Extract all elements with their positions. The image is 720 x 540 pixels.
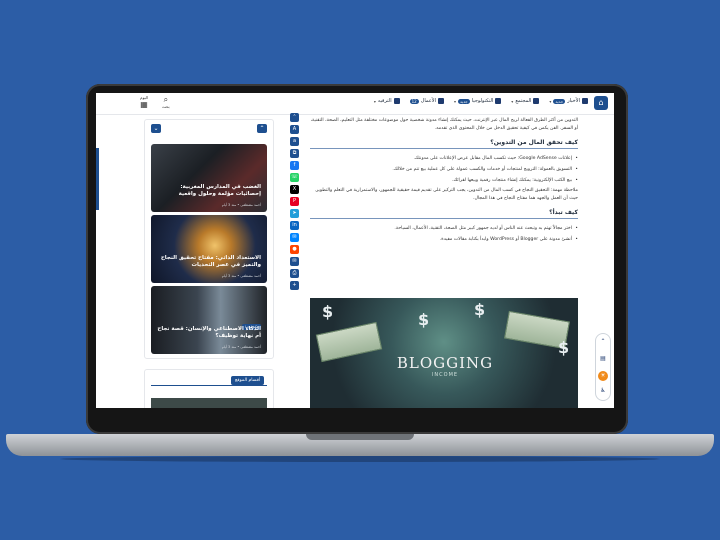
banknote-image: [315, 321, 383, 363]
section-heading: كيف تبدأ؟: [549, 209, 578, 216]
nav-item-society[interactable]: المجتمع ▾: [511, 98, 540, 104]
nav-label: المجتمع: [515, 98, 532, 104]
dollar-sign: $: [474, 300, 486, 319]
theme-toggle-icon[interactable]: ☀: [598, 371, 608, 381]
accessibility-icon[interactable]: ♿: [598, 386, 608, 396]
share-bar: ⌃ A a ⧉ f ☏ X P ➤ in ✉ ● ✉ ⎙ +: [289, 113, 300, 293]
messenger-icon[interactable]: ✉: [290, 233, 299, 242]
main-nav: الأخبار جديد ▾ المجتمع ▾ التكنولوجيا جدي…: [374, 98, 588, 104]
search-icon: ⌕: [163, 95, 169, 104]
heading-underline: [310, 218, 578, 219]
sidebar-sections-widget: أقسام الموقع: [144, 369, 274, 408]
font-increase-icon[interactable]: A: [290, 125, 299, 134]
dollar-sign: $: [418, 310, 430, 329]
nav-item-news[interactable]: الأخبار جديد ▾: [549, 98, 588, 104]
whatsapp-icon[interactable]: ☏: [290, 173, 299, 182]
search-label: بحث: [162, 104, 170, 109]
news-icon: [582, 98, 588, 104]
font-decrease-icon[interactable]: a: [290, 137, 299, 146]
briefcase-icon: [437, 98, 444, 104]
search-button[interactable]: ⌕ بحث: [162, 95, 170, 109]
calendar-icon: ▦: [140, 100, 148, 109]
chevron-up-icon[interactable]: ⌃: [257, 124, 267, 133]
film-icon: [393, 98, 400, 104]
widget-divider: [151, 385, 267, 386]
facebook-icon[interactable]: f: [290, 161, 299, 170]
nav-label: الأعمال: [420, 98, 436, 104]
sidebar-popular-posts: ⌄ ⌃ الغضب في المدارس المغربية: إحصائيات …: [144, 119, 274, 359]
list-item: إعلانات Google AdSense: حيث تكسب المال م…: [310, 154, 578, 163]
nav-label: التكنولوجيا: [471, 98, 494, 104]
post-title[interactable]: الغضب في المدارس المغربية: إحصائيات مؤلم…: [155, 184, 261, 198]
side-tab[interactable]: [96, 148, 99, 210]
pinterest-icon[interactable]: P: [290, 197, 299, 206]
list-item: أنشئ مدونة على Blogger أو WordPress وابد…: [310, 235, 578, 244]
nav-item-tech[interactable]: التكنولوجيا جديد ▾: [453, 98, 502, 104]
print-icon[interactable]: ⎙: [290, 269, 299, 278]
users-icon: [533, 98, 540, 104]
home-icon[interactable]: ⌂: [594, 96, 608, 110]
section-heading: كيف تحقق المال من التدوين؟: [490, 139, 578, 146]
nav-badge: 12: [409, 98, 419, 104]
post-card[interactable]: الغضب في المدارس المغربية: إحصائيات مؤلم…: [151, 144, 267, 212]
floating-actions: ⌃ ▤ ☀ ♿: [595, 333, 611, 401]
list-item: التسويق بالعمولة: الترويج لمنتجات أو خدم…: [310, 165, 578, 174]
nav-label: الأخبار: [567, 98, 580, 104]
bookmark-icon[interactable]: ▤: [598, 354, 608, 364]
post-card[interactable]: تكنولوجيا الذكاء الاصطناعي والإنسان: قصة…: [151, 286, 267, 354]
chevron-up-icon[interactable]: ⌃: [290, 113, 299, 122]
x-twitter-icon[interactable]: X: [290, 185, 299, 194]
telegram-icon[interactable]: ➤: [290, 209, 299, 218]
chevron-down-icon: ▾: [549, 98, 552, 104]
hero-title: BLOGGING: [396, 354, 494, 372]
post-meta: أحمد مصطفى • منذ 3 أيام: [221, 345, 261, 349]
nav-badge: جديد: [457, 98, 470, 104]
chevron-down-icon: ▾: [453, 98, 456, 104]
laptop-shadow: [60, 456, 660, 462]
chevron-down-icon[interactable]: ⌄: [151, 124, 161, 133]
widget-title: أقسام الموقع: [231, 376, 265, 385]
chevron-up-icon[interactable]: ⌃: [598, 337, 608, 347]
browser-screen: ⌂ الأخبار جديد ▾ المجتمع ▾ التكنولوجيا ج…: [96, 93, 614, 408]
email-icon[interactable]: ✉: [290, 257, 299, 266]
chevron-down-icon: ▾: [373, 98, 376, 104]
hero-subtitle: INCOME: [431, 372, 459, 378]
list-item: اختر مجالاً تهتم به وتبحث عنه الناس أو ل…: [310, 224, 578, 233]
nav-badge: جديد: [553, 98, 566, 104]
chevron-down-icon: ▾: [511, 98, 514, 104]
dollar-sign: $: [558, 338, 570, 357]
post-meta: أحمد مصطفى • منذ 3 أيام: [221, 203, 261, 207]
heading-underline: [310, 148, 578, 149]
chip-icon: [495, 98, 502, 104]
nav-item-entertainment[interactable]: الترفيه ▾: [374, 98, 400, 104]
share-more-icon[interactable]: +: [290, 281, 299, 290]
copy-icon[interactable]: ⧉: [290, 149, 299, 158]
post-title[interactable]: الاستعداد الذاتي: مفتاح تحقيق النجاح وال…: [155, 255, 261, 269]
linkedin-icon[interactable]: in: [290, 221, 299, 230]
note-paragraph: ملاحظة مهمة: التحقيق النجاح في كسب المال…: [314, 188, 578, 201]
article-hero-image: $ $ $ $ BLOGGING INCOME: [310, 298, 578, 408]
site-header: ⌂ الأخبار جديد ▾ المجتمع ▾ التكنولوجيا ج…: [96, 93, 614, 115]
nav-label: الترفيه: [377, 98, 392, 104]
article-body: التدوين من أكثر الطرق الفعالة لربح المال…: [310, 117, 578, 246]
post-title[interactable]: الذكاء الاصطناعي والإنسان: قصة نجاح أم ن…: [155, 326, 261, 340]
calendar-button[interactable]: اليوم ▦: [140, 95, 148, 109]
post-card[interactable]: الاستعداد الذاتي: مفتاح تحقيق النجاح وال…: [151, 215, 267, 283]
laptop-notch: [306, 434, 414, 440]
post-meta: أحمد مصطفى • منذ 3 أيام: [221, 274, 261, 278]
dollar-sign: $: [322, 302, 334, 321]
reddit-icon[interactable]: ●: [290, 245, 299, 254]
nav-item-business[interactable]: الأعمال 12: [409, 98, 444, 104]
list-item: بيع الكتب الإلكترونية: يمكنك إنشاء منتجا…: [310, 176, 578, 185]
intro-paragraph: التدوين من أكثر الطرق الفعالة لربح المال…: [310, 118, 578, 131]
widget-image[interactable]: [151, 398, 267, 408]
